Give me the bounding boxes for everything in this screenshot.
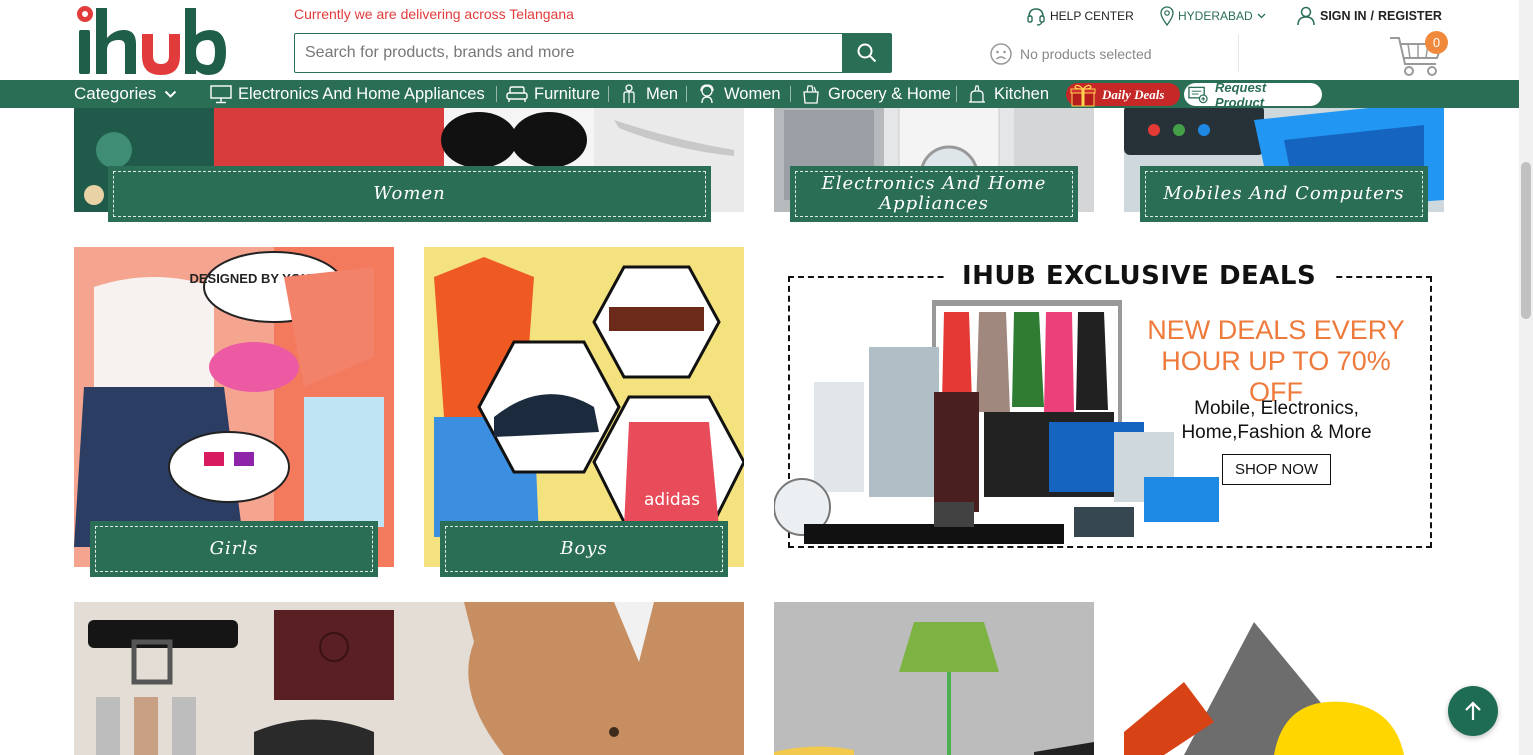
construction-image [1124, 622, 1404, 755]
bag-brand-text: adidas [644, 490, 700, 510]
compare-status[interactable]: No products selected [990, 43, 1152, 65]
nav-divider [790, 86, 791, 102]
register-link[interactable]: REGISTER [1378, 9, 1442, 23]
location-pin-icon [1160, 6, 1174, 26]
man-icon [623, 84, 635, 103]
deals-subtext: Mobile, Electronics, Home,Fashion & More [1181, 398, 1372, 443]
sofa-icon [506, 86, 528, 102]
shop-now-button[interactable]: SHOP NOW [1222, 454, 1331, 485]
woman-icon [700, 84, 714, 104]
nav-item-kitchen[interactable]: Kitchen [966, 80, 1049, 108]
nav-divider [608, 86, 609, 102]
daily-deals-label: Daily Deals [1102, 86, 1165, 102]
nav-item-women[interactable]: Women [696, 80, 781, 108]
request-product-button[interactable]: Request Product [1184, 80, 1322, 110]
nav-item-furniture[interactable]: Furniture [506, 80, 600, 108]
request-product-label: Request Product [1214, 79, 1267, 110]
page-scrollbar[interactable] [1519, 0, 1533, 755]
nav-item-men[interactable]: Men [618, 80, 678, 108]
men-accessories-tile[interactable] [74, 602, 744, 755]
city-label: HYDERABAD [1178, 9, 1253, 23]
men-accessories-image [74, 602, 744, 755]
site-header: Currently we are delivering across Telan… [0, 0, 1519, 80]
furniture-image [774, 602, 1094, 755]
ihub-logo[interactable] [76, 4, 228, 76]
girls-tile-text: Girls [209, 538, 259, 559]
gift-icon [1070, 84, 1096, 106]
boys-tile-text: Boys [560, 538, 608, 559]
deals-title: IHUB EXCLUSIVE DEALS [944, 261, 1335, 291]
back-to-top-button[interactable] [1448, 686, 1498, 736]
nav-item-grocery[interactable]: Grocery & Home [800, 80, 951, 108]
nav-item-label: Electronics And Home Appliances [238, 84, 485, 103]
nav-item-electronics[interactable]: Electronics And Home Appliances [210, 80, 485, 108]
categories-dropdown[interactable]: Categories [74, 80, 177, 108]
scrollbar-thumb[interactable] [1521, 162, 1531, 319]
user-icon [1297, 6, 1315, 26]
girls-tile-label[interactable]: Girls [90, 521, 378, 577]
nav-item-label: Women [724, 84, 781, 103]
nav-item-label: Men [646, 84, 679, 103]
account-divider: / [1370, 9, 1375, 23]
girls-category-tile[interactable]: DESIGNED BY YOU, BY ME [74, 247, 394, 567]
city-selector[interactable]: HYDERABAD [1160, 6, 1266, 26]
exclusive-deals-banner[interactable]: IHUB EXCLUSIVE DEALS NEW DEALS EVERY HOU… [774, 247, 1444, 567]
boys-tile-image: adidas [424, 247, 744, 567]
search-bar [294, 33, 892, 73]
mobiles-tile-label[interactable]: Mobiles And Computers [1140, 166, 1428, 222]
compare-status-text: No products selected [1020, 46, 1152, 62]
categories-label: Categories [74, 84, 157, 103]
headset-icon [1027, 8, 1045, 26]
women-tile-label[interactable]: Women [108, 166, 711, 222]
deals-headline: NEW DEALS EVERY HOUR UP TO 70% OFF [1147, 315, 1405, 407]
chevron-down-icon [1257, 13, 1266, 19]
help-center-label: HELP CENTER [1050, 9, 1134, 23]
nav-item-label: Kitchen [994, 84, 1050, 103]
girls-tile-image: DESIGNED BY YOU, BY ME [74, 247, 394, 567]
nav-item-label: Grocery & Home [828, 84, 951, 103]
arrow-up-icon [1465, 701, 1481, 720]
grocery-bag-icon [803, 85, 819, 104]
page: Women Electronics And Home Appliances Mo… [0, 0, 1533, 755]
search-icon [857, 43, 876, 63]
nav-item-label: Furniture [534, 84, 601, 103]
request-product-icon [1188, 86, 1208, 103]
sad-face-icon [990, 43, 1012, 65]
chevron-down-icon [165, 90, 177, 98]
header-divider [1238, 34, 1239, 72]
search-button[interactable] [842, 34, 891, 72]
boys-category-tile[interactable]: adidas [424, 247, 744, 567]
kitchen-icon [969, 85, 985, 103]
boys-tile-label[interactable]: Boys [440, 521, 728, 577]
nav-divider [686, 86, 687, 102]
mobiles-tile-text: Mobiles And Computers [1163, 183, 1405, 204]
daily-deals-button[interactable]: Daily Deals [1066, 83, 1180, 106]
nav-divider [496, 86, 497, 102]
monitor-icon [210, 85, 232, 104]
help-center-link[interactable]: HELP CENTER [1026, 6, 1134, 26]
women-tile-text: Women [373, 183, 446, 204]
sign-in-link[interactable]: SIGN IN [1320, 9, 1367, 23]
search-input[interactable] [295, 34, 842, 72]
electronics-tile-text: Electronics And Home Appliances [821, 173, 1047, 214]
furniture-tile[interactable] [774, 602, 1094, 755]
cart-count-badge: 0 [1425, 31, 1448, 54]
electronics-tile-label[interactable]: Electronics And Home Appliances [790, 166, 1078, 222]
construction-tile[interactable] [1124, 602, 1444, 755]
nav-divider [956, 86, 957, 102]
delivery-notice: Currently we are delivering across Telan… [294, 6, 574, 22]
account-links: SIGN IN / REGISTER [1296, 6, 1442, 26]
